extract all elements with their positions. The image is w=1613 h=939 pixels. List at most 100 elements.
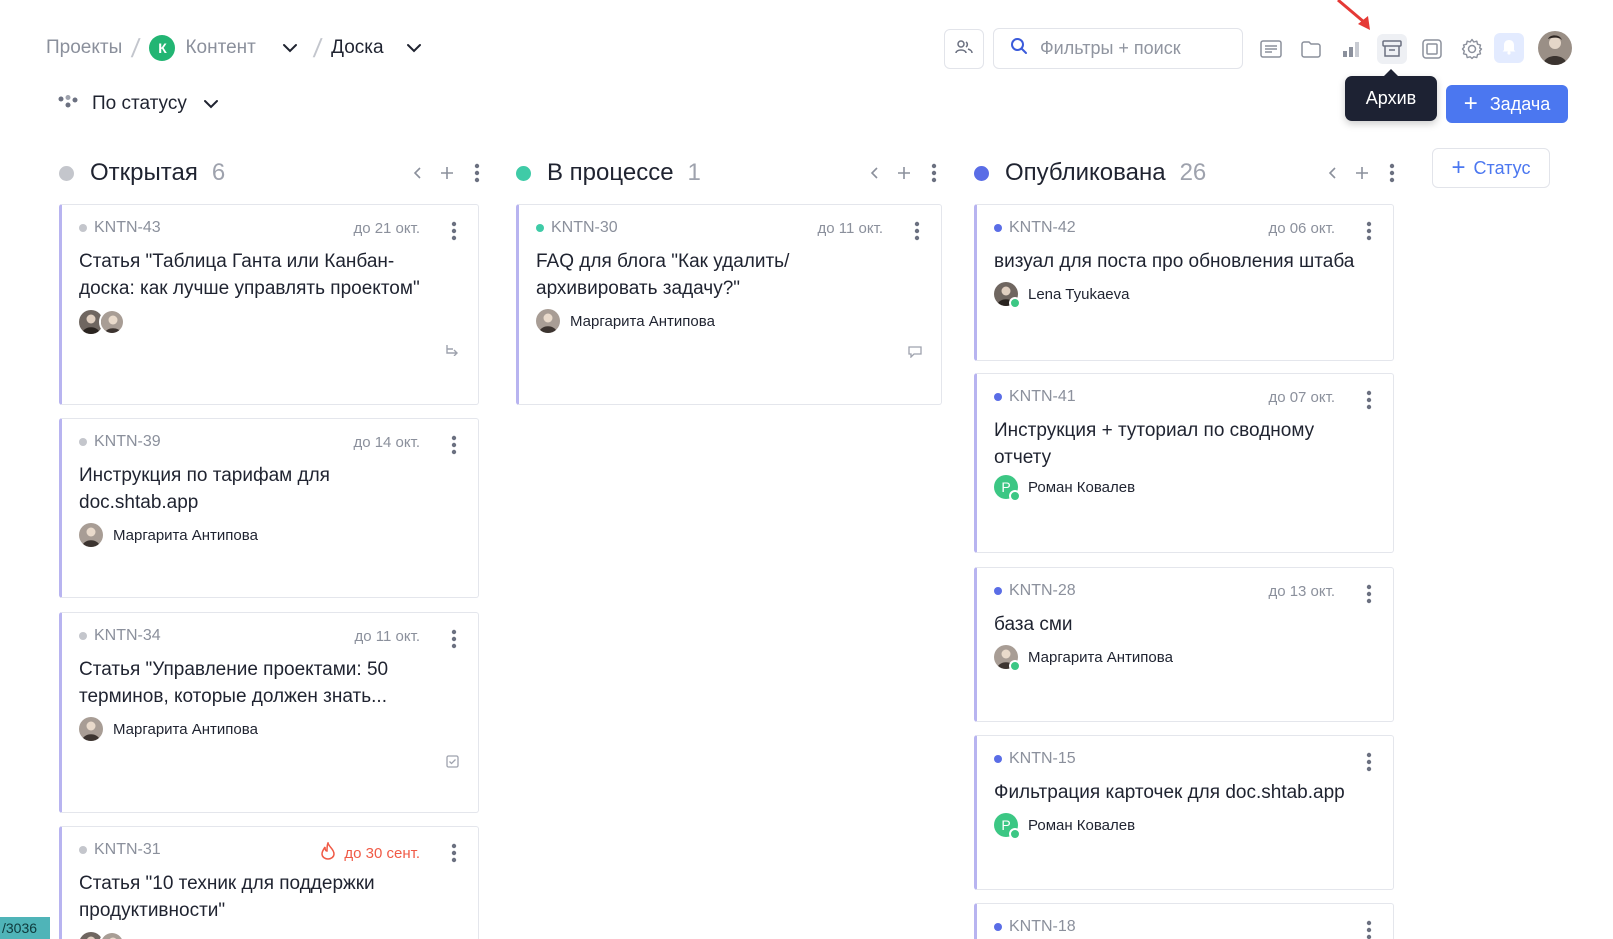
avatar bbox=[99, 309, 125, 335]
assignee-name: Роман Ковалев bbox=[1028, 816, 1136, 834]
notifications-button[interactable] bbox=[1494, 33, 1524, 63]
status-dot bbox=[994, 755, 1002, 763]
task-key: KNTN-30 bbox=[551, 219, 618, 236]
avatar: Р bbox=[994, 475, 1021, 502]
add-card-icon[interactable] bbox=[432, 158, 462, 188]
task-card[interactable]: KNTN-39 до 14 окт. Инструкция по тарифам… bbox=[59, 418, 479, 598]
breadcrumb: Проекты / К Контент / Доска bbox=[46, 32, 428, 64]
status-dot bbox=[974, 165, 989, 181]
annotation-arrow-icon bbox=[1330, 0, 1380, 45]
online-badge bbox=[1009, 828, 1021, 840]
task-title: Статья "Таблица Ганта или Канбан- доска:… bbox=[79, 248, 420, 302]
chevron-left-icon[interactable] bbox=[402, 158, 432, 188]
more-icon[interactable] bbox=[1359, 580, 1379, 608]
search-input[interactable] bbox=[1040, 38, 1230, 59]
assignee: Маргарита Антипова bbox=[536, 309, 715, 333]
more-icon[interactable] bbox=[1359, 748, 1379, 776]
task-key: KNTN-15 bbox=[1009, 750, 1076, 767]
column-title: Открытая bbox=[90, 159, 198, 186]
task-title: Инструкция + туториал по сводному отчету bbox=[994, 417, 1314, 471]
more-icon[interactable] bbox=[462, 158, 492, 188]
layout-icon[interactable] bbox=[1417, 34, 1447, 64]
task-title-line: продуктивности" bbox=[79, 900, 226, 921]
gear-icon[interactable] bbox=[1457, 34, 1487, 64]
grouping-label: По статусу bbox=[92, 93, 187, 114]
column-header-in-progress: В процессе 1 bbox=[516, 155, 937, 191]
task-card[interactable]: KNTN-15 Фильтрация карточек для doc.shta… bbox=[974, 735, 1394, 890]
search-field[interactable] bbox=[993, 28, 1243, 69]
add-status-button[interactable]: + Статус bbox=[1432, 148, 1550, 188]
members-button[interactable] bbox=[944, 29, 984, 69]
more-icon[interactable] bbox=[1359, 916, 1379, 939]
grouping-selector[interactable]: По статусу bbox=[58, 89, 219, 119]
task-key: KNTN-42 bbox=[1009, 219, 1076, 236]
breadcrumb-view[interactable]: Доска bbox=[331, 37, 383, 59]
due-date: до 11 окт. bbox=[817, 220, 883, 237]
task-card[interactable]: KNTN-42 до 06 окт. визуал для поста про … bbox=[974, 204, 1394, 361]
task-title-line: doc.shtab.app bbox=[79, 492, 199, 513]
task-card[interactable]: KNTN-41 до 07 окт. Инструкция + туториал… bbox=[974, 373, 1394, 553]
chevron-down-icon[interactable] bbox=[406, 43, 422, 53]
chevron-left-icon[interactable] bbox=[859, 158, 889, 188]
task-card[interactable]: KNTN-28 до 13 окт. база сми Маргарита Ан… bbox=[974, 567, 1394, 722]
more-icon[interactable] bbox=[1377, 158, 1407, 188]
task-key: KNTN-28 bbox=[1009, 582, 1076, 599]
status-dot bbox=[516, 165, 531, 181]
task-key: KNTN-31 bbox=[94, 841, 161, 858]
task-card[interactable]: KNTN-30 до 11 окт. FAQ для блога "Как уд… bbox=[516, 204, 942, 405]
online-badge bbox=[1009, 660, 1021, 672]
assignee-name: Маргарита Антипова bbox=[1028, 648, 1173, 666]
more-icon[interactable] bbox=[444, 431, 464, 459]
avatar bbox=[994, 282, 1021, 309]
more-icon[interactable] bbox=[1359, 386, 1379, 414]
task-card[interactable]: KNTN-34 до 11 окт. Статья "Управление пр… bbox=[59, 612, 479, 813]
task-card[interactable]: KNTN-31 до 30 сент. Статья "10 техник дл… bbox=[59, 826, 479, 939]
top-bar: Проекты / К Контент / Доска Фильтры + по… bbox=[0, 0, 1613, 123]
task-title-line: Инструкция по тарифам для bbox=[79, 465, 330, 486]
archive-tooltip: Архив bbox=[1345, 69, 1437, 121]
due-date: до 07 окт. bbox=[1268, 389, 1335, 406]
add-task-button[interactable]: + Задача bbox=[1446, 85, 1568, 123]
archive-icon[interactable] bbox=[1377, 34, 1407, 64]
task-title: FAQ для блога "Как удалить/ архивировать… bbox=[536, 248, 789, 302]
more-icon[interactable] bbox=[919, 158, 949, 188]
task-key: KNTN-18 bbox=[1009, 918, 1076, 935]
folder-icon[interactable] bbox=[1296, 34, 1326, 64]
chevron-down-icon bbox=[203, 93, 219, 115]
comment-icon bbox=[907, 344, 923, 360]
list-view-icon[interactable] bbox=[1256, 34, 1286, 64]
more-icon[interactable] bbox=[907, 217, 927, 245]
assignee: Маргарита Антипова bbox=[79, 523, 258, 547]
breadcrumb-projects[interactable]: Проекты bbox=[46, 37, 122, 59]
chevron-down-icon[interactable] bbox=[282, 43, 298, 53]
task-title-line: доска: как лучше управлять проектом" bbox=[79, 278, 420, 299]
page-indicator: /3036 bbox=[0, 917, 50, 939]
add-card-icon[interactable] bbox=[1347, 158, 1377, 188]
task-title-line: Фильтрация карточек для doc.shtab.app bbox=[994, 782, 1345, 803]
task-title-line: архивировать задачу?" bbox=[536, 278, 741, 299]
assignee-name: Роман Ковалев bbox=[1028, 478, 1136, 496]
more-icon[interactable] bbox=[1359, 217, 1379, 245]
status-dot bbox=[994, 224, 1002, 232]
more-icon[interactable] bbox=[444, 625, 464, 653]
add-card-icon[interactable] bbox=[889, 158, 919, 188]
due-date: до 21 окт. bbox=[353, 220, 420, 237]
chevron-left-icon[interactable] bbox=[1317, 158, 1347, 188]
plus-icon: + bbox=[1451, 154, 1466, 181]
subtask-icon bbox=[444, 342, 460, 358]
more-icon[interactable] bbox=[444, 839, 464, 867]
task-card[interactable]: KNTN-18 bbox=[974, 903, 1394, 939]
online-badge bbox=[1009, 297, 1021, 309]
more-icon[interactable] bbox=[444, 217, 464, 245]
task-title: Статья "10 техник для поддержки продукти… bbox=[79, 870, 375, 924]
status-dot bbox=[536, 224, 544, 232]
group-by-icon bbox=[58, 93, 78, 115]
task-title: Фильтрация карточек для doc.shtab.app bbox=[994, 779, 1345, 806]
user-avatar[interactable] bbox=[1538, 31, 1572, 65]
task-title: Инструкция по тарифам для doc.shtab.app bbox=[79, 462, 330, 516]
task-title-line: Статья "Управление проектами: 50 bbox=[79, 659, 389, 680]
status-dot bbox=[994, 393, 1002, 401]
task-card[interactable]: KNTN-43 до 21 окт. Статья "Таблица Ганта… bbox=[59, 204, 479, 405]
assignee: Маргарита Антипова bbox=[79, 717, 258, 741]
breadcrumb-project[interactable]: Контент bbox=[185, 37, 255, 59]
